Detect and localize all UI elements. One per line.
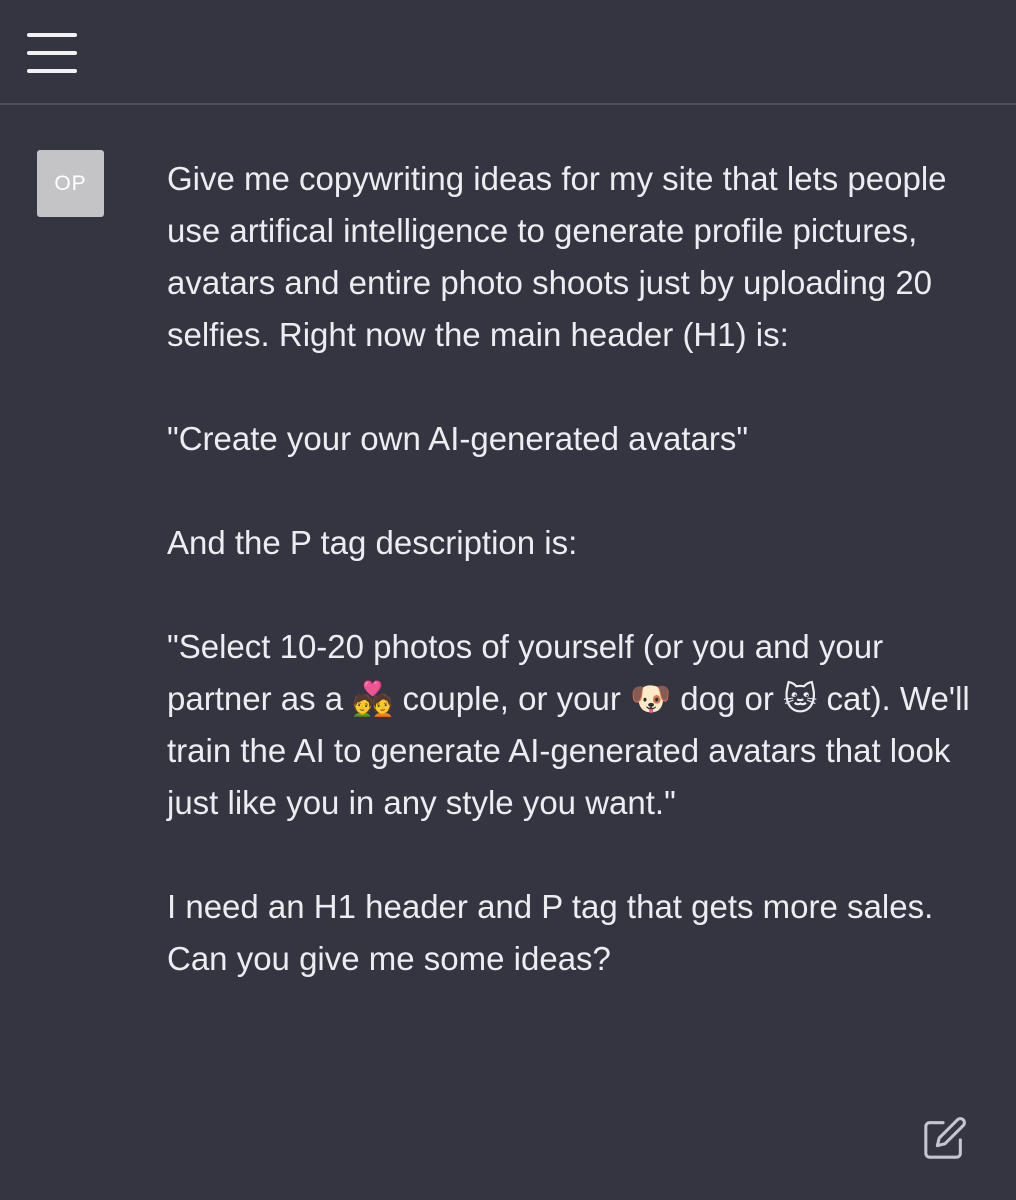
menu-line bbox=[27, 51, 77, 55]
top-bar bbox=[0, 0, 1016, 105]
menu-line bbox=[27, 33, 77, 37]
avatar: OP bbox=[37, 150, 104, 217]
menu-line bbox=[27, 69, 77, 73]
message-text: Give me copywriting ideas for my site th… bbox=[167, 160, 970, 977]
edit-icon[interactable] bbox=[922, 1115, 968, 1161]
hamburger-menu-icon[interactable] bbox=[20, 28, 84, 78]
